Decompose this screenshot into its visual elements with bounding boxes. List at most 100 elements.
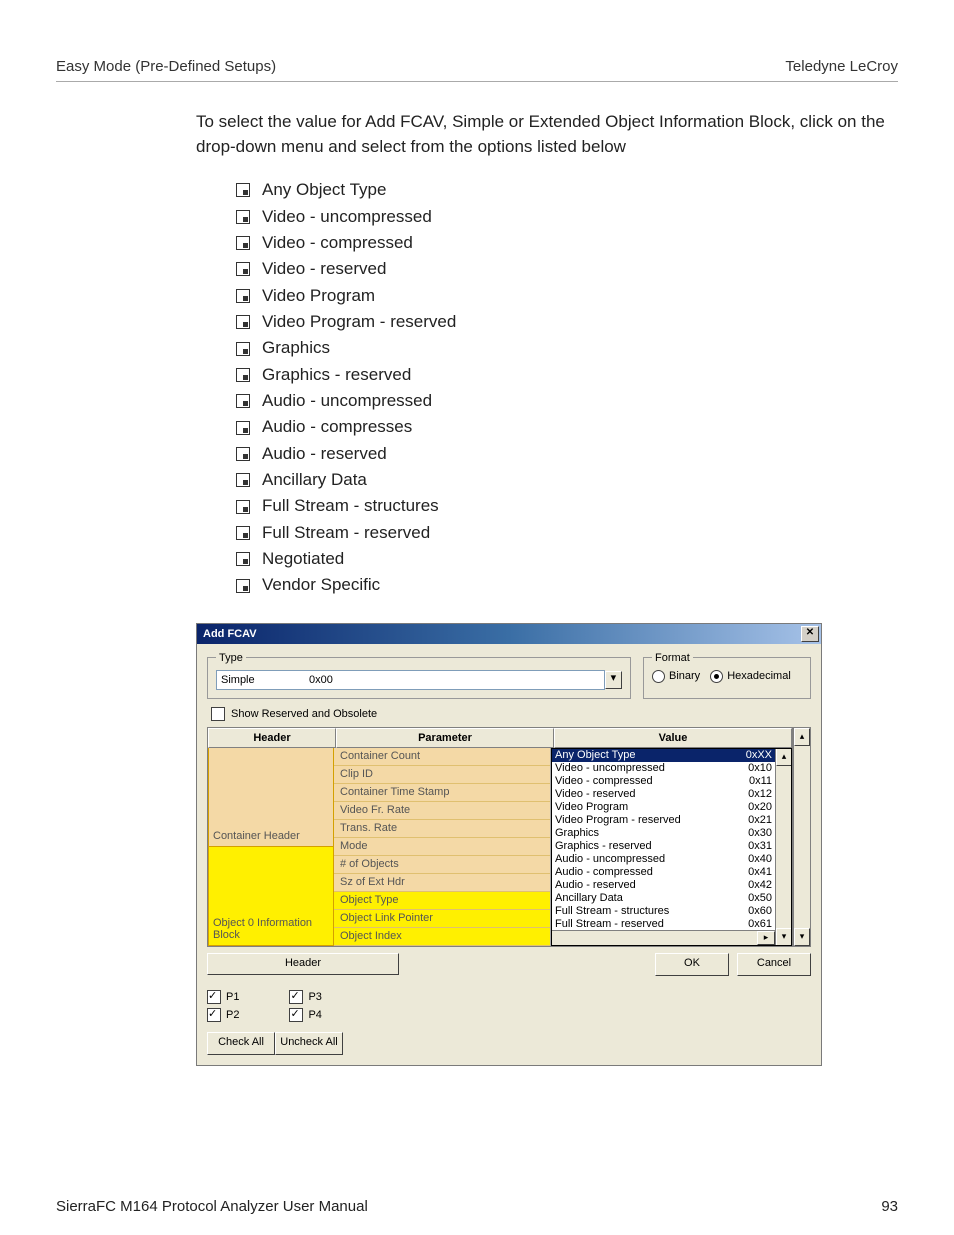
show-reserved-checkbox[interactable] [211, 707, 225, 721]
ok-button[interactable]: OK [655, 953, 729, 976]
chevron-down-icon[interactable]: ▾ [605, 671, 622, 689]
list-item: Ancillary Data [236, 467, 898, 493]
dropdown-item[interactable]: Audio - compressed0x41 [552, 866, 775, 879]
dialog-titlebar: Add FCAV ✕ [197, 624, 821, 644]
checkbox-icon [236, 421, 250, 435]
uncheck-all-button[interactable]: Uncheck All [275, 1032, 343, 1055]
list-item: Video Program - reserved [236, 309, 898, 335]
header-rule [56, 81, 898, 82]
list-item: Video Program [236, 283, 898, 309]
dropdown-item[interactable]: Graphics0x30 [552, 827, 775, 840]
scroll-down-icon[interactable]: ▾ [794, 928, 810, 946]
scroll-down-icon[interactable]: ▾ [776, 928, 792, 946]
dropdown-item[interactable]: Graphics - reserved0x31 [552, 840, 775, 853]
parameter-cell[interactable]: Object Type [334, 892, 550, 910]
value-dropdown[interactable]: Any Object Type0xXXVideo - uncompressed0… [551, 748, 792, 946]
checkbox-p4[interactable]: P4 [289, 1008, 321, 1022]
dropdown-item[interactable]: Any Object Type0xXX [552, 749, 775, 762]
options-list: Any Object TypeVideo - uncompressedVideo… [56, 177, 898, 599]
list-item: Video - reserved [236, 256, 898, 282]
grid-vscroll[interactable]: ▴ ▾ [793, 727, 811, 947]
checkbox-icon [236, 210, 250, 224]
checkbox-icon [236, 289, 250, 303]
parameter-cell[interactable]: Clip ID [334, 766, 550, 784]
list-item: Video - compressed [236, 230, 898, 256]
dropdown-item[interactable]: Video - uncompressed0x10 [552, 762, 775, 775]
footer-page: 93 [881, 1198, 898, 1215]
list-item: Full Stream - reserved [236, 520, 898, 546]
header-button[interactable]: Header [207, 953, 399, 975]
close-icon[interactable]: ✕ [801, 626, 819, 642]
checkbox-icon [236, 552, 250, 566]
dropdown-item[interactable]: Full Stream - structures0x60 [552, 905, 775, 918]
parameter-cell[interactable]: Video Fr. Rate [334, 802, 550, 820]
checkbox-icon [236, 342, 250, 356]
footer-left: SierraFC M164 Protocol Analyzer User Man… [56, 1198, 368, 1215]
parameter-cell[interactable]: Object Index [334, 928, 550, 946]
parameter-cell[interactable]: Sz of Ext Hdr [334, 874, 550, 892]
scroll-up-icon[interactable]: ▴ [794, 728, 810, 746]
dropdown-item[interactable]: Video Program0x20 [552, 801, 775, 814]
col-value[interactable]: Value [554, 728, 792, 748]
list-item: Graphics [236, 335, 898, 361]
checkbox-icon [236, 579, 250, 593]
radio-binary[interactable]: Binary [652, 670, 700, 683]
parameter-cell[interactable]: Object Link Pointer [334, 910, 550, 928]
format-fieldset: Format Binary Hexadecimal [643, 652, 811, 699]
parameter-cell[interactable]: Trans. Rate [334, 820, 550, 838]
scroll-up-icon[interactable]: ▴ [776, 748, 792, 766]
col-parameter[interactable]: Parameter [336, 728, 554, 748]
checkbox-p3[interactable]: P3 [289, 990, 321, 1004]
show-reserved-label: Show Reserved and Obsolete [231, 708, 377, 720]
dropdown-item[interactable]: Audio - uncompressed0x40 [552, 853, 775, 866]
dialog-title: Add FCAV [203, 628, 257, 640]
cancel-button[interactable]: Cancel [737, 953, 811, 976]
check-all-button[interactable]: Check All [207, 1032, 275, 1055]
col-header[interactable]: Header [208, 728, 336, 748]
checkbox-icon [236, 473, 250, 487]
scroll-right-icon[interactable]: ▸ [757, 931, 775, 945]
list-item: Audio - reserved [236, 441, 898, 467]
checkbox-icon [236, 500, 250, 514]
type-fieldset: Type Simple 0x00 ▾ [207, 652, 631, 699]
add-fcav-dialog: Add FCAV ✕ Type Simple 0x00 ▾ Format [196, 623, 822, 1066]
checkbox-p1[interactable]: P1 [207, 990, 239, 1004]
format-legend: Format [652, 652, 693, 664]
type-combo-code: 0x00 [305, 674, 604, 686]
dropdown-item[interactable]: Audio - reserved0x42 [552, 879, 775, 892]
list-item: Audio - uncompressed [236, 388, 898, 414]
list-item: Graphics - reserved [236, 362, 898, 388]
type-combo-name: Simple [217, 674, 305, 686]
header-right: Teledyne LeCroy [785, 58, 898, 75]
row-header-container: Container Header [208, 748, 334, 847]
dropdown-item[interactable]: Video Program - reserved0x21 [552, 814, 775, 827]
parameter-cell[interactable]: Container Count [334, 748, 550, 766]
checkbox-icon [236, 315, 250, 329]
checkbox-icon [236, 526, 250, 540]
dropdown-item[interactable]: Video - compressed0x11 [552, 775, 775, 788]
dropdown-vscroll[interactable]: ▴ ▾ [775, 748, 792, 946]
checkbox-icon [236, 368, 250, 382]
row-header-object0: Object 0 Information Block [208, 847, 334, 946]
parameter-cell[interactable]: # of Objects [334, 856, 550, 874]
port-checkboxes: P1 P3 P2 P4 [207, 990, 811, 1022]
list-item: Audio - compresses [236, 414, 898, 440]
checkbox-p2[interactable]: P2 [207, 1008, 239, 1022]
checkbox-icon [236, 262, 250, 276]
parameter-cell[interactable]: Mode [334, 838, 550, 856]
checkbox-icon [236, 236, 250, 250]
list-item: Negotiated [236, 546, 898, 572]
list-item: Any Object Type [236, 177, 898, 203]
dropdown-hscroll[interactable]: ▸ [552, 930, 775, 945]
radio-hex[interactable]: Hexadecimal [710, 670, 791, 683]
header-left: Easy Mode (Pre-Defined Setups) [56, 58, 276, 75]
list-item: Full Stream - structures [236, 493, 898, 519]
parameter-cell[interactable]: Container Time Stamp [334, 784, 550, 802]
type-combo[interactable]: Simple 0x00 [216, 670, 605, 690]
list-item: Vendor Specific [236, 572, 898, 598]
list-item: Video - uncompressed [236, 204, 898, 230]
dropdown-item[interactable]: Ancillary Data0x50 [552, 892, 775, 905]
intro-paragraph: To select the value for Add FCAV, Simple… [56, 110, 898, 159]
dropdown-item[interactable]: Video - reserved0x12 [552, 788, 775, 801]
type-legend: Type [216, 652, 246, 664]
